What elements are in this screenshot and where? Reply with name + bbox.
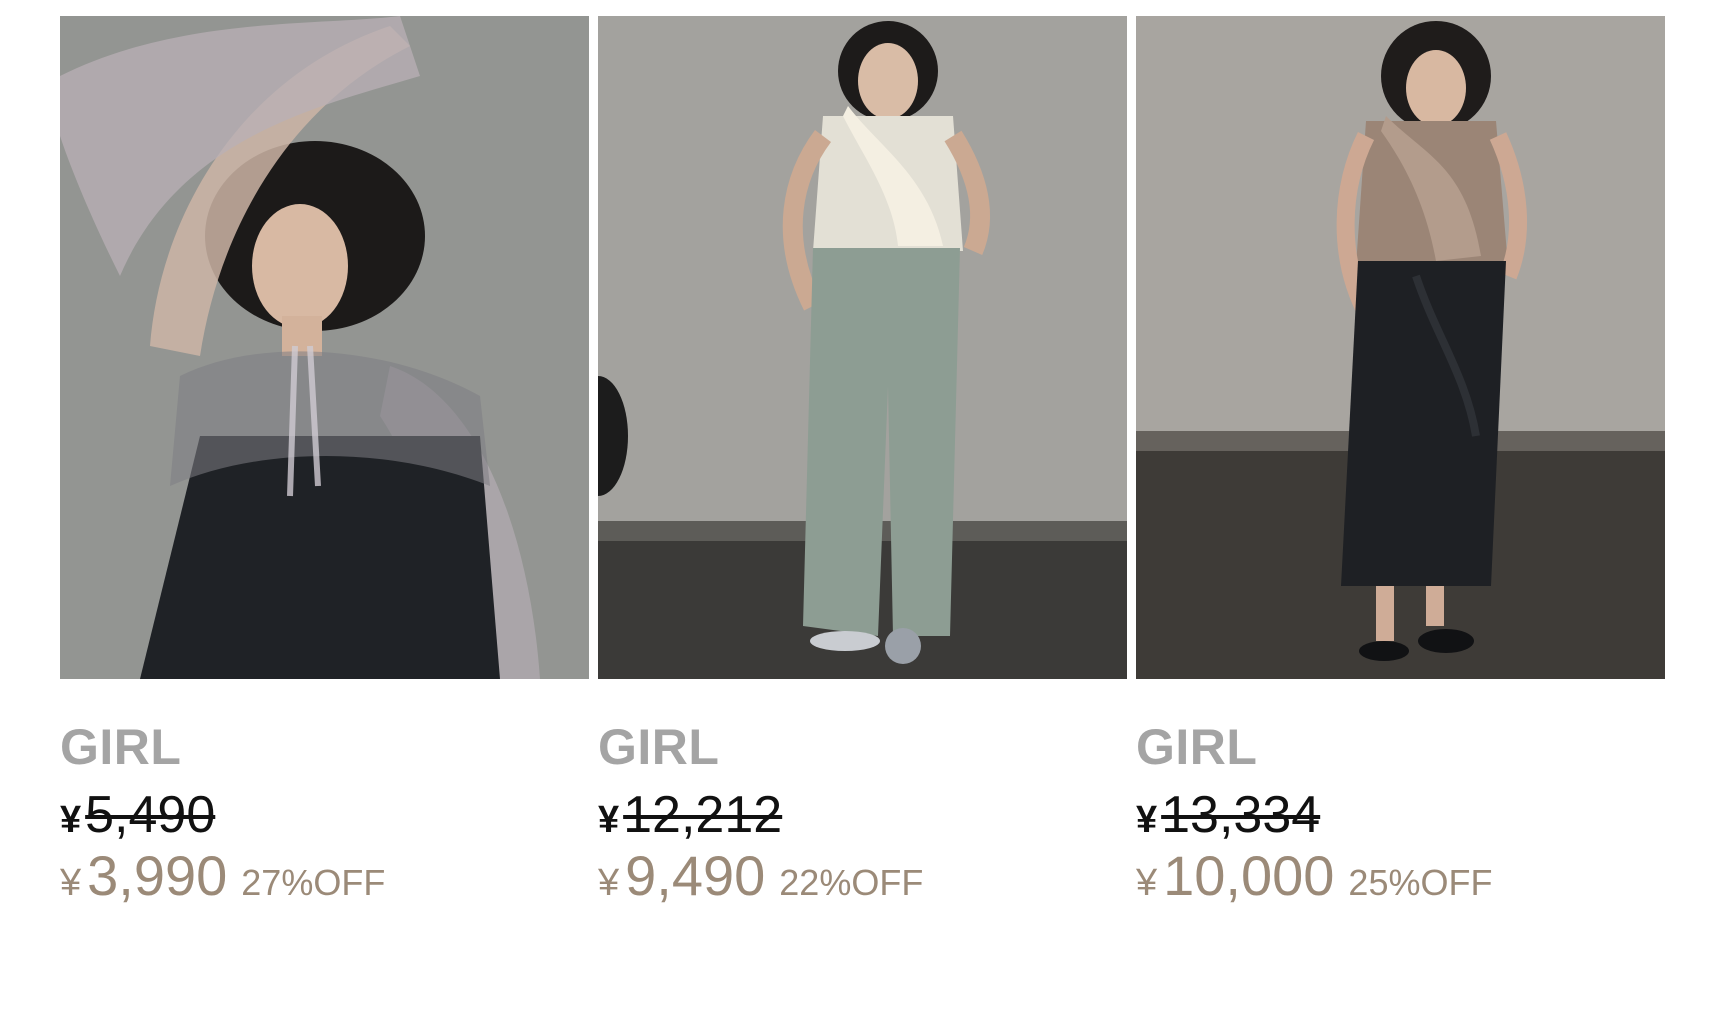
brand-name[interactable]: GIRL (1136, 717, 1665, 777)
sale-price-value: 9,490 (625, 844, 766, 907)
discount-badge: 27%OFF (241, 862, 386, 903)
original-price-value: 5,490 (85, 786, 216, 844)
product-image[interactable] (598, 16, 1127, 679)
product-image[interactable] (60, 16, 589, 679)
sale-price-value: 10,000 (1163, 844, 1335, 907)
brand-name[interactable]: GIRL (598, 717, 1127, 777)
currency-symbol: ¥ (60, 862, 82, 904)
product-grid: GIRL ¥ 5,490 ¥ 3,990 27%OFF GIRL ¥ 12,21… (60, 16, 1665, 912)
sale-price: ¥ 3,990 27%OFF (60, 847, 589, 912)
brand-name[interactable]: GIRL (60, 717, 589, 777)
currency-symbol: ¥ (1136, 799, 1158, 841)
original-price: ¥ 13,334 (1136, 788, 1665, 847)
product-card[interactable]: GIRL ¥ 5,490 ¥ 3,990 27%OFF (60, 16, 589, 912)
currency-symbol: ¥ (1136, 862, 1158, 904)
original-price-value: 12,212 (623, 786, 783, 844)
product-card[interactable]: GIRL ¥ 13,334 ¥ 10,000 25%OFF (1136, 16, 1665, 912)
sale-price: ¥ 10,000 25%OFF (1136, 847, 1665, 912)
product-card[interactable]: GIRL ¥ 12,212 ¥ 9,490 22%OFF (598, 16, 1127, 912)
discount-badge: 25%OFF (1348, 862, 1493, 903)
sale-price: ¥ 9,490 22%OFF (598, 847, 1127, 912)
sale-price-value: 3,990 (87, 844, 228, 907)
original-price: ¥ 12,212 (598, 788, 1127, 847)
discount-badge: 22%OFF (779, 862, 924, 903)
product-image[interactable] (1136, 16, 1665, 679)
currency-symbol: ¥ (60, 799, 82, 841)
original-price: ¥ 5,490 (60, 788, 589, 847)
currency-symbol: ¥ (598, 862, 620, 904)
currency-symbol: ¥ (598, 799, 620, 841)
original-price-value: 13,334 (1161, 786, 1321, 844)
